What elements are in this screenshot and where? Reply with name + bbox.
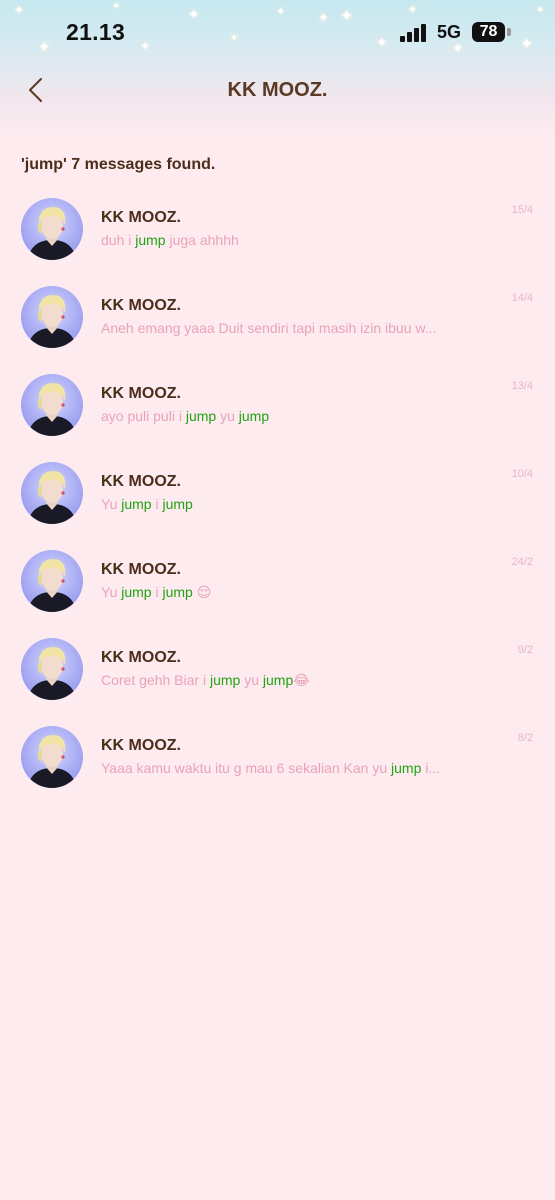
battery-icon: 78 xyxy=(472,22,505,42)
result-message-preview: duh i jump juga ahhhh xyxy=(101,232,491,248)
search-results-list: KK MOOZ. duh i jump juga ahhhh 15/4 KK MOOZ… xyxy=(0,192,555,808)
preview-text: yu xyxy=(240,672,263,688)
preview-text: i xyxy=(151,584,163,600)
search-result-item[interactable]: KK MOOZ. duh i jump juga ahhhh 15/4 xyxy=(0,192,555,280)
result-message-preview: Yu jump i jump 😌 xyxy=(101,584,491,601)
avatar xyxy=(21,550,83,612)
result-message-preview: ayo puli puli i jump yu jump xyxy=(101,408,491,424)
result-sender-name: KK MOOZ. xyxy=(101,209,181,226)
network-type: 5G xyxy=(437,22,462,42)
highlighted-keyword: jump xyxy=(238,408,270,424)
result-date: 10/4 xyxy=(511,468,533,480)
search-result-item[interactable]: KK MOOZ. Yaaa kamu waktu itu g mau 6 seka… xyxy=(0,720,555,808)
search-result-item[interactable]: KK MOOZ. Aneh emang yaaa Duit sendiri tap… xyxy=(0,280,555,368)
result-sender-name: KK MOOZ. xyxy=(101,385,181,402)
result-sender-name: KK MOOZ. xyxy=(101,737,181,754)
page-title: KK MOOZ. xyxy=(227,79,328,101)
result-date: 8/2 xyxy=(517,732,533,744)
search-result-item[interactable]: KK MOOZ. Coret gehh Biar i jump yu jump😂 9… xyxy=(0,632,555,720)
highlighted-keyword: jump xyxy=(185,408,217,424)
highlighted-keyword: jump xyxy=(121,496,152,512)
status-time: 21.13 xyxy=(66,19,126,45)
preview-text: i xyxy=(151,496,163,512)
avatar xyxy=(21,374,83,436)
preview-text: juga ahhhh xyxy=(165,232,239,248)
highlighted-keyword: jump xyxy=(162,584,193,600)
result-date: 15/4 xyxy=(511,204,533,216)
avatar xyxy=(21,198,83,260)
avatar xyxy=(21,726,83,788)
result-date: 9/2 xyxy=(517,644,533,656)
result-date: 24/2 xyxy=(511,556,533,568)
search-result-item[interactable]: KK MOOZ. Yu jump i jump 😌 24/2 xyxy=(0,544,555,632)
highlighted-keyword: jump xyxy=(391,760,422,776)
result-message-preview: Coret gehh Biar i jump yu jump😂 xyxy=(101,672,491,689)
search-result-summary: 'jump' 7 messages found. xyxy=(21,156,216,173)
result-sender-name: KK MOOZ. xyxy=(101,297,181,314)
preview-text: Yaaa kamu waktu itu g mau 6 sekalian Kan… xyxy=(101,760,392,776)
avatar xyxy=(21,286,83,348)
result-message-preview: Yaaa kamu waktu itu g mau 6 sekalian Kan… xyxy=(101,760,491,776)
cellular-signal-icon xyxy=(400,24,428,42)
status-bar: 21.13 5G 78 xyxy=(0,0,555,64)
avatar xyxy=(21,638,83,700)
result-sender-name: KK MOOZ. xyxy=(101,649,181,666)
result-message-preview: Aneh emang yaaa Duit sendiri tapi masih … xyxy=(101,320,491,336)
result-date: 14/4 xyxy=(511,292,533,304)
preview-text: Yu xyxy=(101,584,122,600)
preview-text: i... xyxy=(421,760,441,776)
highlighted-keyword: jump xyxy=(162,496,193,512)
preview-text: duh i xyxy=(101,232,136,248)
preview-text: 😂 xyxy=(293,672,310,688)
result-message-preview: Yu jump i jump xyxy=(101,496,491,512)
preview-text: yu xyxy=(216,408,239,424)
preview-text: ayo puli puli i xyxy=(101,408,186,424)
search-result-item[interactable]: KK MOOZ. ayo puli puli i jump yu jump 13/4 xyxy=(0,368,555,456)
preview-text: Coret gehh Biar i xyxy=(101,672,210,688)
avatar xyxy=(21,462,83,524)
highlighted-keyword: jump xyxy=(262,672,294,688)
result-date: 13/4 xyxy=(511,380,533,392)
highlighted-keyword: jump xyxy=(135,232,166,248)
preview-text: Aneh emang yaaa Duit sendiri tapi masih … xyxy=(101,320,437,336)
highlighted-keyword: jump xyxy=(121,584,152,600)
highlighted-keyword: jump xyxy=(209,672,241,688)
preview-text: Yu xyxy=(101,496,122,512)
battery-level: 78 xyxy=(479,23,498,40)
preview-text: 😌 xyxy=(192,584,212,600)
result-sender-name: KK MOOZ. xyxy=(101,561,181,578)
battery-tip xyxy=(507,28,511,36)
result-sender-name: KK MOOZ. xyxy=(101,473,181,490)
search-result-item[interactable]: KK MOOZ. Yu jump i jump 10/4 xyxy=(0,456,555,544)
